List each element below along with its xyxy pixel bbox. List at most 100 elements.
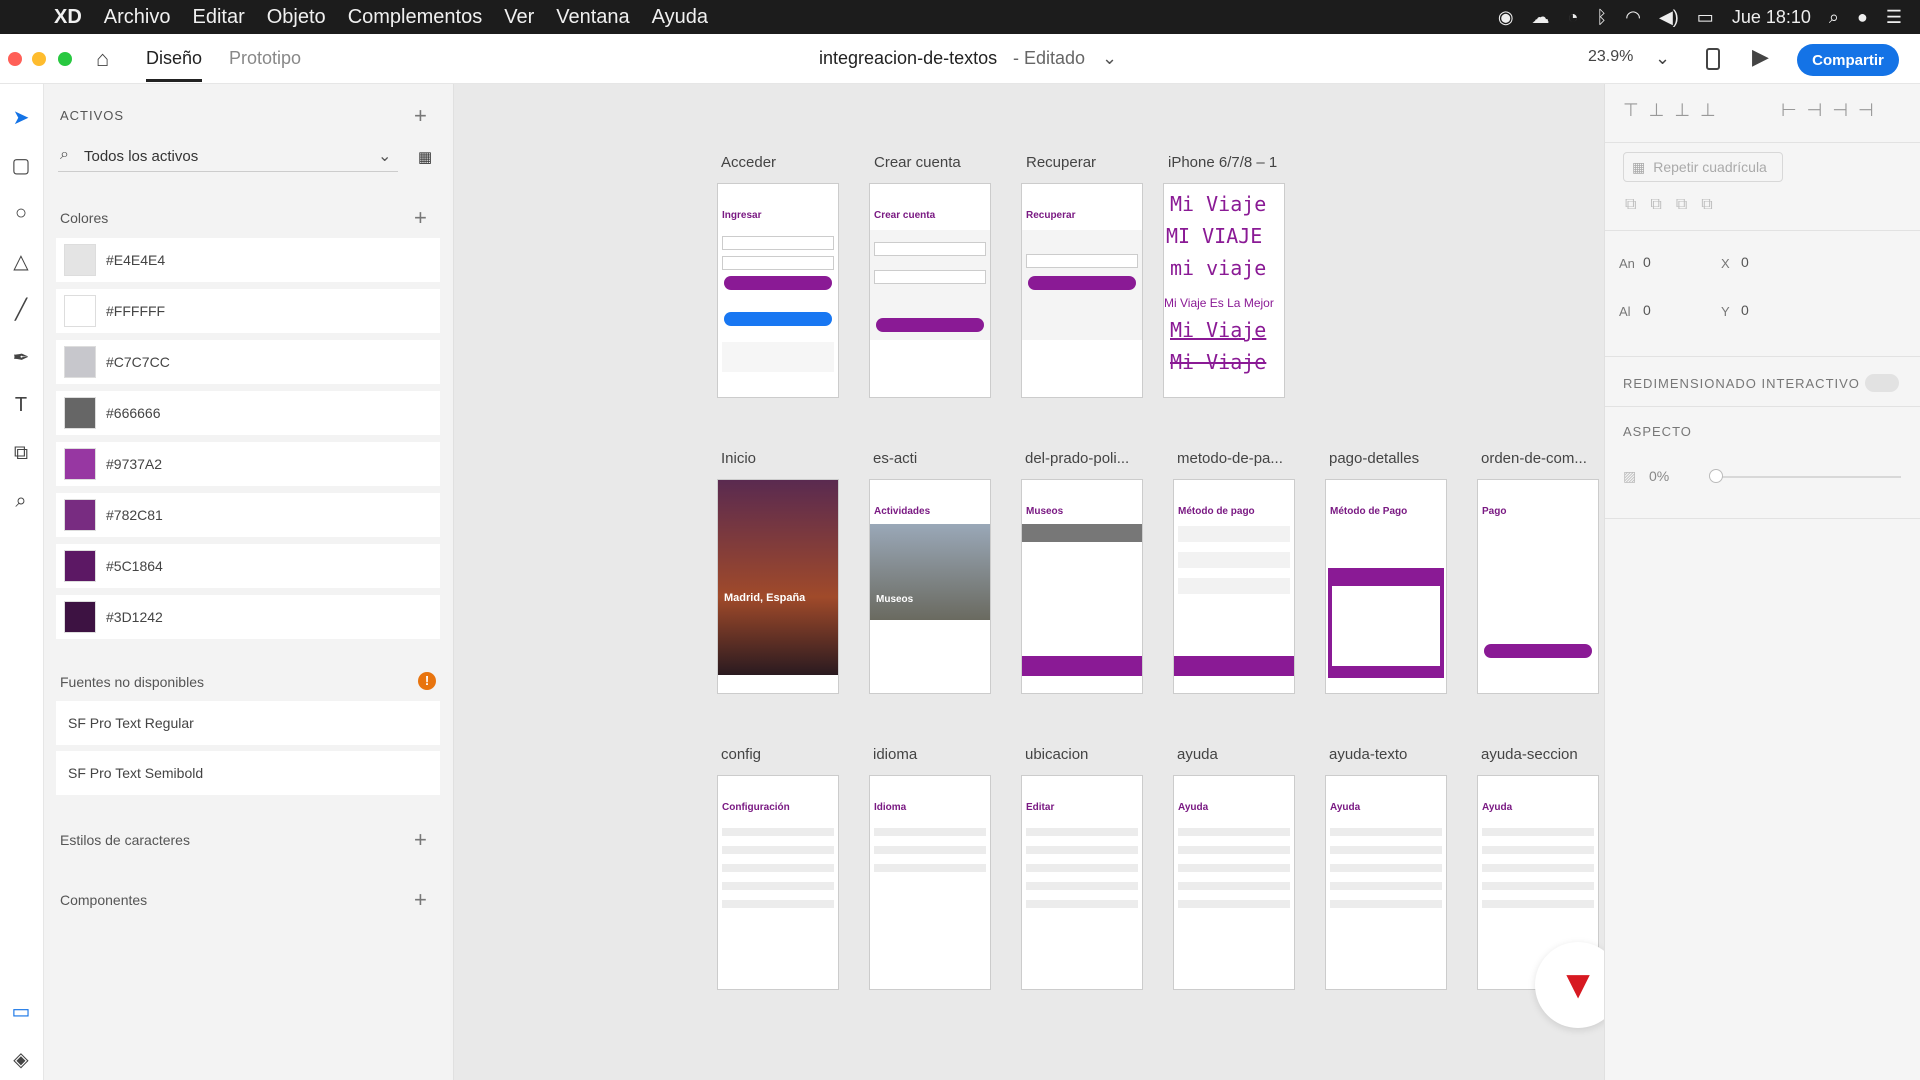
chevron-down-icon[interactable]: ⌄	[378, 146, 391, 166]
menu-item-ver[interactable]: Ver	[504, 6, 534, 29]
color-swatch-item[interactable]: #9737A2	[56, 442, 440, 486]
menu-item-editar[interactable]: Editar	[193, 6, 245, 29]
color-swatch-item[interactable]: #782C81	[56, 493, 440, 537]
artboard-recuperar[interactable]: Recuperar	[1022, 184, 1142, 397]
control-center-icon[interactable]: ☰	[1886, 7, 1902, 28]
add-color-icon[interactable]: +	[414, 207, 427, 229]
opacity-slider[interactable]	[1715, 476, 1901, 478]
document-title[interactable]: integreacion-de-textos	[819, 48, 997, 69]
ellipse-tool-icon[interactable]: ○	[4, 196, 38, 230]
artboard[interactable]: Configuración	[718, 776, 838, 989]
color-swatch-item[interactable]: #E4E4E4	[56, 238, 440, 282]
cloud-icon[interactable]: ☁	[1532, 7, 1550, 28]
height-field[interactable]: 0	[1643, 302, 1651, 318]
color-swatch-item[interactable]: #3D1242	[56, 595, 440, 639]
artboard[interactable]: Método de Pago	[1326, 480, 1446, 693]
text-tool-icon[interactable]: T	[4, 388, 38, 422]
width-field[interactable]: 0	[1643, 254, 1651, 270]
menu-item-objeto[interactable]: Objeto	[267, 6, 326, 29]
chevron-down-icon[interactable]: ⌄	[1102, 48, 1117, 69]
align-horizontal-icons[interactable]: ⊢⊣⊣⊣	[1781, 100, 1884, 121]
select-tool-icon[interactable]: ➤	[4, 100, 38, 134]
artboard[interactable]: Madrid, España	[718, 480, 838, 693]
artboard[interactable]: Editar	[1022, 776, 1142, 989]
line-tool-icon[interactable]: ╱	[4, 292, 38, 326]
artboard-label-iphone[interactable]: iPhone 6/7/8 – 1	[1168, 154, 1277, 171]
color-swatch-item[interactable]: #666666	[56, 391, 440, 435]
artboard-label[interactable]: del-prado-poli...	[1025, 450, 1129, 467]
y-field[interactable]: 0	[1741, 302, 1749, 318]
spotlight-icon[interactable]: ⌕	[1829, 7, 1839, 28]
close-window-button[interactable]	[8, 52, 22, 66]
clock-icon[interactable]: ◔	[1568, 7, 1579, 28]
menu-item-ventana[interactable]: Ventana	[556, 6, 629, 29]
boolean-icons[interactable]: ⧉⧉⧉⧉	[1625, 196, 1727, 214]
color-swatch-item[interactable]: #FFFFFF	[56, 289, 440, 333]
add-component-icon[interactable]: +	[414, 889, 427, 911]
responsive-resize-toggle[interactable]	[1865, 374, 1899, 392]
bluetooth-icon[interactable]: ᛒ	[1596, 7, 1607, 28]
artboard[interactable]: Ayuda	[1326, 776, 1446, 989]
grid-view-icon[interactable]: ▦	[418, 148, 432, 166]
pen-tool-icon[interactable]: ✒	[4, 340, 38, 374]
menu-item-ayuda[interactable]: Ayuda	[652, 6, 708, 29]
artboard[interactable]: Museos	[1022, 480, 1142, 693]
share-button[interactable]: Compartir	[1797, 44, 1899, 76]
menu-app[interactable]: XD	[54, 6, 82, 29]
artboard-label[interactable]: ayuda-texto	[1329, 746, 1407, 763]
artboard-label[interactable]: config	[721, 746, 761, 763]
artboard[interactable]: Pago	[1478, 480, 1598, 693]
artboard-label-acceder[interactable]: Acceder	[721, 154, 776, 171]
layers-panel-icon[interactable]: ◈	[4, 1042, 38, 1076]
battery-icon[interactable]: ▭	[1697, 7, 1714, 28]
artboard-label[interactable]: es-acti	[873, 450, 917, 467]
artboard-iphone[interactable]: Mi Viaje MI VIAJE mi viaje Mi Viaje Es L…	[1164, 184, 1284, 397]
artboard[interactable]: Método de pago	[1174, 480, 1294, 693]
home-icon[interactable]: ⌂	[96, 46, 109, 72]
color-swatch-item[interactable]: #5C1864	[56, 544, 440, 588]
artboard-label[interactable]: ayuda-seccion	[1481, 746, 1578, 763]
artboard-label[interactable]: Inicio	[721, 450, 756, 467]
record-icon[interactable]: ◉	[1498, 7, 1514, 28]
artboard[interactable]: Actividades Museos	[870, 480, 990, 693]
artboard-tool-icon[interactable]: ⧉	[4, 436, 38, 470]
assets-filter[interactable]: ⌕ Todos los activos ⌄	[58, 146, 398, 172]
zoom-chevron-icon[interactable]: ⌄	[1655, 48, 1670, 69]
canvas[interactable]: Acceder Crear cuenta Recuperar iPhone 6/…	[454, 84, 1621, 1080]
artboard-label[interactable]: ubicacion	[1025, 746, 1088, 763]
menu-item-archivo[interactable]: Archivo	[104, 6, 171, 29]
assets-panel-icon[interactable]: ▭	[4, 994, 38, 1028]
opacity-slider-handle[interactable]	[1709, 469, 1723, 483]
artboard-label[interactable]: idioma	[873, 746, 917, 763]
color-swatch-item[interactable]: #C7C7CC	[56, 340, 440, 384]
artboard-label[interactable]: pago-detalles	[1329, 450, 1419, 467]
missing-font-item[interactable]: SF Pro Text Regular	[56, 701, 440, 745]
warning-icon[interactable]: !	[418, 672, 436, 690]
user-icon[interactable]: ●	[1857, 7, 1868, 28]
zoom-tool-icon[interactable]: ⌕	[4, 484, 38, 518]
maximize-window-button[interactable]	[58, 52, 72, 66]
artboard[interactable]: Idioma	[870, 776, 990, 989]
align-vertical-icons[interactable]: ⊤⊥⊥⊥	[1623, 100, 1726, 121]
artboard-label-crear-cuenta[interactable]: Crear cuenta	[874, 154, 961, 171]
add-asset-icon[interactable]: +	[414, 105, 427, 127]
polygon-tool-icon[interactable]: △	[4, 244, 38, 278]
tab-design[interactable]: Diseño	[146, 48, 203, 82]
artboard-label[interactable]: ayuda	[1177, 746, 1218, 763]
add-char-style-icon[interactable]: +	[414, 829, 427, 851]
volume-icon[interactable]: ◀)	[1659, 7, 1679, 28]
tab-prototype[interactable]: Prototipo	[229, 48, 301, 69]
artboard-acceder[interactable]: Ingresar	[718, 184, 838, 397]
x-field[interactable]: 0	[1741, 254, 1749, 270]
missing-font-item[interactable]: SF Pro Text Semibold	[56, 751, 440, 795]
artboard-label[interactable]: orden-de-com...	[1481, 450, 1587, 467]
device-preview-icon[interactable]	[1706, 48, 1720, 70]
artboard-label-recuperar[interactable]: Recuperar	[1026, 154, 1096, 171]
play-icon[interactable]: ▶	[1752, 44, 1769, 70]
zoom-level[interactable]: 23.9%	[1588, 48, 1633, 66]
menu-item-complementos[interactable]: Complementos	[348, 6, 483, 29]
clock-text[interactable]: Jue 18:10	[1732, 7, 1811, 28]
minimize-window-button[interactable]	[32, 52, 46, 66]
opacity-value[interactable]: 0%	[1649, 468, 1669, 484]
artboard-label[interactable]: metodo-de-pa...	[1177, 450, 1283, 467]
